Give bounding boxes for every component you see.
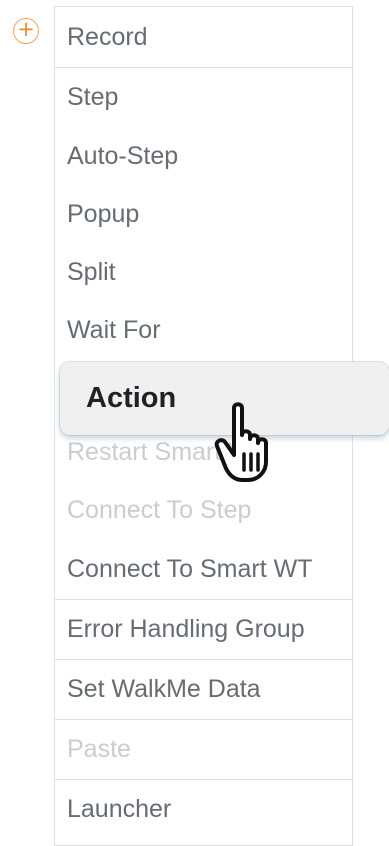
menu-item-set-walkme-data[interactable]: Set WalkMe Data <box>55 659 352 719</box>
menu-item-split[interactable]: Split <box>55 243 352 301</box>
hand-pointer-icon <box>214 402 268 482</box>
menu-item-paste[interactable]: Paste <box>55 719 352 779</box>
menu-item-auto-step[interactable]: Auto-Step <box>55 127 352 185</box>
menu-item-connect-to-step[interactable]: Connect To Step <box>55 481 352 539</box>
menu-item-step[interactable]: Step <box>55 67 352 127</box>
menu-item-error-handling-group[interactable]: Error Handling Group <box>55 599 352 659</box>
menu-item-record[interactable]: Record <box>55 7 352 67</box>
menu-item-wait-for[interactable]: Wait For <box>55 301 352 359</box>
menu-item-connect-to-smart-wt[interactable]: Connect To Smart WT <box>55 539 352 599</box>
menu-item-popup[interactable]: Popup <box>55 185 352 243</box>
menu-item-launcher[interactable]: Launcher <box>55 779 352 839</box>
add-circle-icon[interactable]: + <box>13 18 39 44</box>
